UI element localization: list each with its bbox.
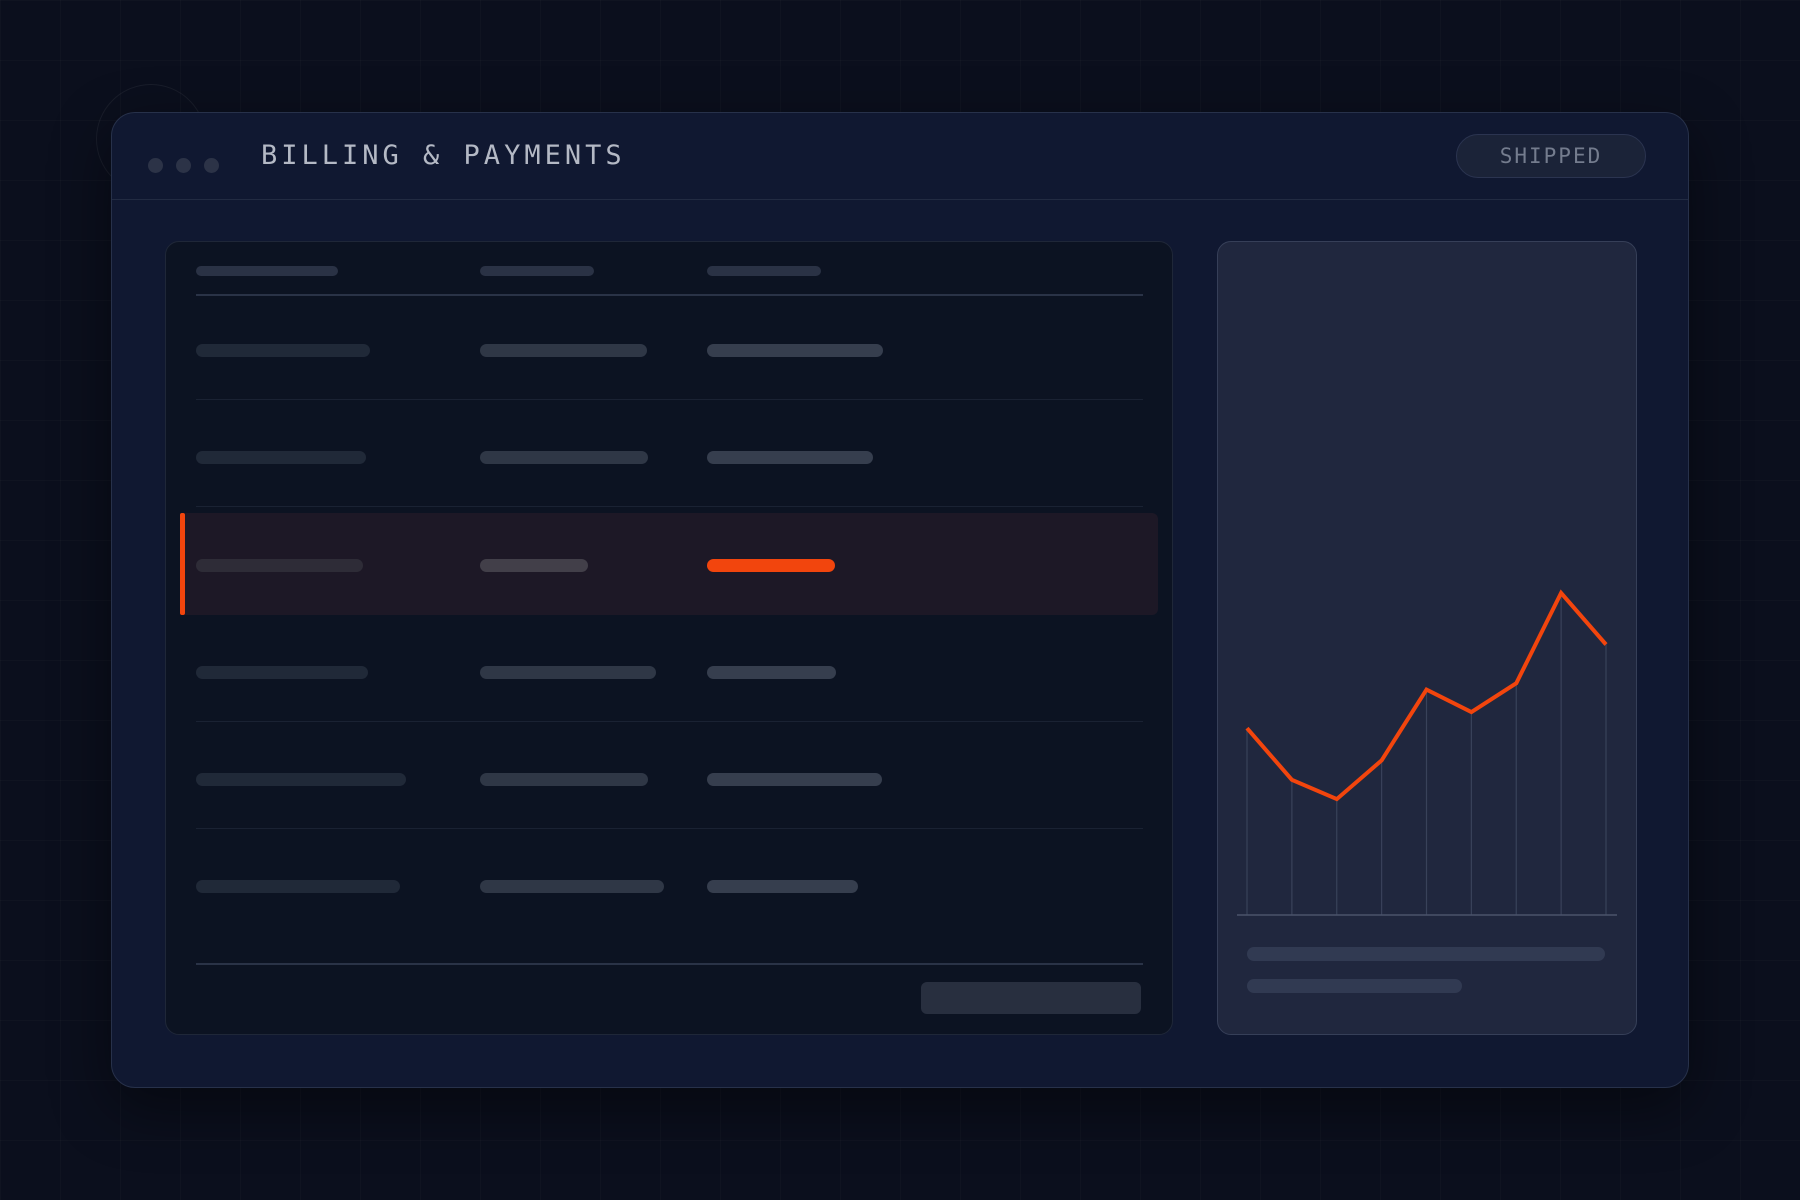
- selection-indicator: [180, 513, 185, 615]
- column-header-3[interactable]: [707, 266, 821, 276]
- table-cell: [196, 666, 368, 679]
- window-title: BILLING & PAYMENTS: [261, 140, 626, 171]
- app-window: BILLING & PAYMENTS SHIPPED: [111, 112, 1689, 1088]
- table-cell: [707, 451, 873, 464]
- chart-panel: [1217, 241, 1637, 1035]
- status-badge: SHIPPED: [1456, 134, 1646, 178]
- row-divider: [196, 506, 1143, 507]
- legend-placeholder-bar: [1247, 947, 1605, 961]
- row-divider: [196, 828, 1143, 829]
- data-table: [165, 241, 1173, 1035]
- table-cell: [196, 451, 366, 464]
- table-row[interactable]: [166, 620, 1172, 722]
- row-divider: [196, 721, 1143, 722]
- window-close-dot[interactable]: [148, 158, 163, 173]
- table-cell: [707, 344, 883, 357]
- table-row[interactable]: [166, 727, 1172, 829]
- column-header-1[interactable]: [196, 266, 338, 276]
- table-cell: [707, 666, 836, 679]
- table-cell: [196, 880, 400, 893]
- table-cell: [480, 559, 588, 572]
- table-cell: [707, 880, 858, 893]
- header-divider: [196, 294, 1143, 296]
- table-row[interactable]: [166, 298, 1172, 400]
- pagination-button[interactable]: [921, 982, 1141, 1014]
- window-minimize-dot[interactable]: [176, 158, 191, 173]
- table-cell-highlight: [707, 559, 835, 572]
- table-cell: [480, 666, 656, 679]
- table-cell: [707, 773, 882, 786]
- column-header-2[interactable]: [480, 266, 594, 276]
- legend-placeholder-bar: [1247, 979, 1462, 993]
- row-divider: [196, 399, 1143, 400]
- table-row[interactable]: [166, 405, 1172, 507]
- title-bar: BILLING & PAYMENTS SHIPPED: [112, 113, 1688, 200]
- line-chart: [1237, 589, 1617, 916]
- table-cell: [480, 451, 648, 464]
- footer-divider: [196, 963, 1143, 965]
- table-row[interactable]: [166, 834, 1172, 936]
- table-cell: [196, 559, 363, 572]
- table-cell: [480, 773, 648, 786]
- table-cell: [480, 880, 664, 893]
- table-row-selected[interactable]: [166, 513, 1172, 615]
- table-cell: [196, 344, 370, 357]
- window-maximize-dot[interactable]: [204, 158, 219, 173]
- table-cell: [480, 344, 647, 357]
- table-cell: [196, 773, 406, 786]
